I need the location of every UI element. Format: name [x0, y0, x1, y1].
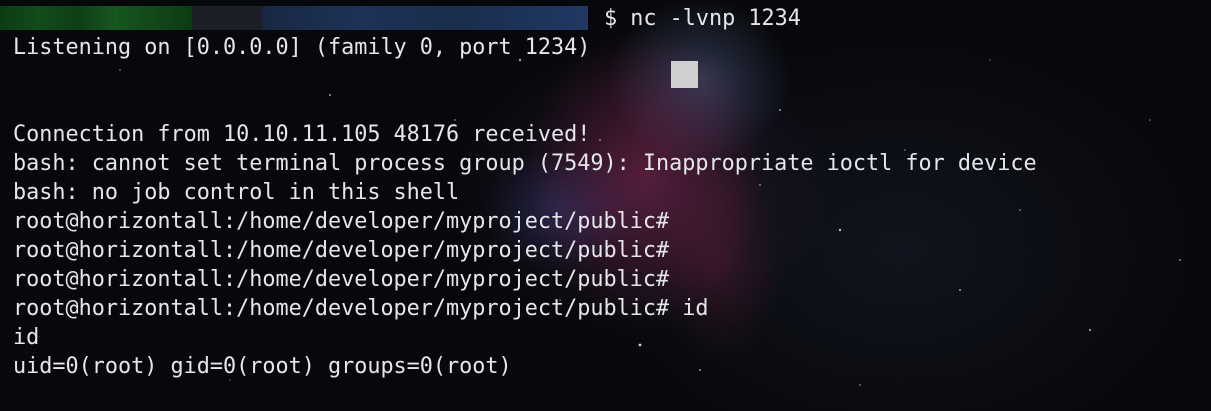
output-line: bash: cannot set terminal process group …	[13, 151, 1037, 176]
shell-prompt-line: root@horizontall:/home/developer/myproje…	[13, 209, 670, 234]
shell-prompt-line: root@horizontall:/home/developer/myproje…	[13, 238, 670, 263]
prompt-command-line: $ nc -lvnp 1234	[604, 6, 801, 31]
output-line: id	[13, 325, 40, 350]
output-line: bash: no job control in this shell	[13, 180, 460, 205]
terminal-output: $ nc -lvnp 1234 Listening on [0.0.0.0] (…	[13, 4, 1037, 381]
output-line: Listening on [0.0.0.0] (family 0, port 1…	[13, 35, 591, 60]
output-line: Connection from 10.10.11.105 48176 recei…	[13, 122, 591, 147]
shell-prompt-line: root@horizontall:/home/developer/myproje…	[13, 296, 709, 321]
output-line: uid=0(root) gid=0(root) groups=0(root)	[13, 354, 512, 379]
shell-prompt-line: root@horizontall:/home/developer/myproje…	[13, 267, 670, 292]
terminal-window[interactable]: $ nc -lvnp 1234 Listening on [0.0.0.0] (…	[0, 0, 1211, 411]
